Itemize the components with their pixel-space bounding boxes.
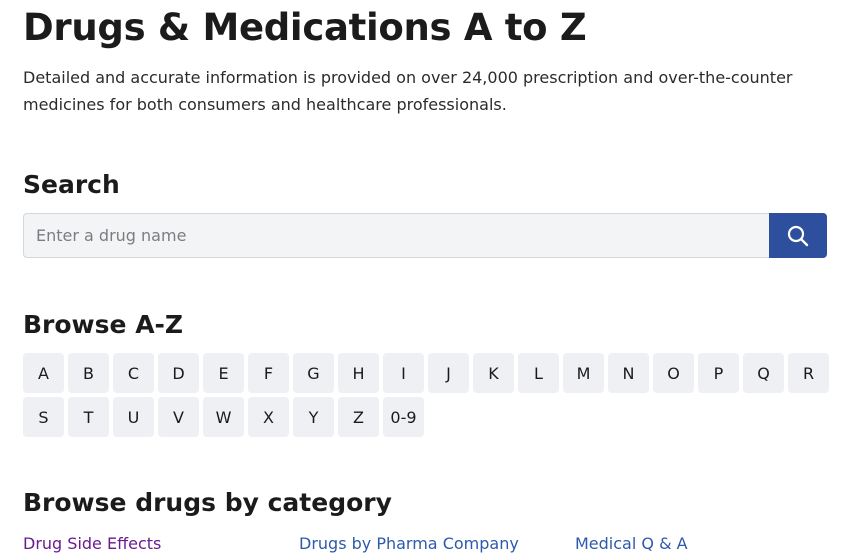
search-box <box>23 213 827 258</box>
letter-button-i[interactable]: I <box>383 353 424 393</box>
alphabet-row-2: S T U V W X Y Z 0-9 <box>23 397 835 437</box>
letter-button-a[interactable]: A <box>23 353 64 393</box>
letter-button-o[interactable]: O <box>653 353 694 393</box>
category-links: Drug Side Effects Drugs by Pharma Compan… <box>0 534 867 556</box>
letter-button-m[interactable]: M <box>563 353 604 393</box>
search-icon <box>787 225 809 246</box>
letter-button-w[interactable]: W <box>203 397 244 437</box>
search-input[interactable] <box>23 213 769 258</box>
letter-button-z[interactable]: Z <box>338 397 379 437</box>
letter-button-t[interactable]: T <box>68 397 109 437</box>
letter-button-0-9[interactable]: 0-9 <box>383 397 424 437</box>
letter-button-c[interactable]: C <box>113 353 154 393</box>
letter-button-f[interactable]: F <box>248 353 289 393</box>
letter-button-j[interactable]: J <box>428 353 469 393</box>
letter-button-p[interactable]: P <box>698 353 739 393</box>
letter-button-h[interactable]: H <box>338 353 379 393</box>
letter-button-y[interactable]: Y <box>293 397 334 437</box>
letter-button-n[interactable]: N <box>608 353 649 393</box>
letter-button-b[interactable]: B <box>68 353 109 393</box>
letter-button-v[interactable]: V <box>158 397 199 437</box>
letter-button-g[interactable]: G <box>293 353 334 393</box>
letter-button-s[interactable]: S <box>23 397 64 437</box>
letter-button-d[interactable]: D <box>158 353 199 393</box>
letter-button-l[interactable]: L <box>518 353 559 393</box>
letter-button-e[interactable]: E <box>203 353 244 393</box>
letter-button-q[interactable]: Q <box>743 353 784 393</box>
browse-category-heading: Browse drugs by category <box>23 488 392 517</box>
search-heading: Search <box>23 170 120 199</box>
browse-az-heading: Browse A-Z <box>23 310 184 339</box>
letter-button-x[interactable]: X <box>248 397 289 437</box>
search-button[interactable] <box>769 213 827 258</box>
category-link-pharma-company[interactable]: Drugs by Pharma Company <box>299 534 519 553</box>
intro-text: Detailed and accurate information is pro… <box>23 68 793 114</box>
letter-button-k[interactable]: K <box>473 353 514 393</box>
letter-button-u[interactable]: U <box>113 397 154 437</box>
page-title: Drugs & Medications A to Z <box>23 6 587 49</box>
category-link-side-effects[interactable]: Drug Side Effects <box>23 534 161 553</box>
letter-button-r[interactable]: R <box>788 353 829 393</box>
alphabet-row-1: A B C D E F G H I J K L M N O P Q R <box>23 353 835 393</box>
category-link-medical-qa[interactable]: Medical Q & A <box>575 534 688 553</box>
alphabet-nav: A B C D E F G H I J K L M N O P Q R S T … <box>23 353 835 441</box>
